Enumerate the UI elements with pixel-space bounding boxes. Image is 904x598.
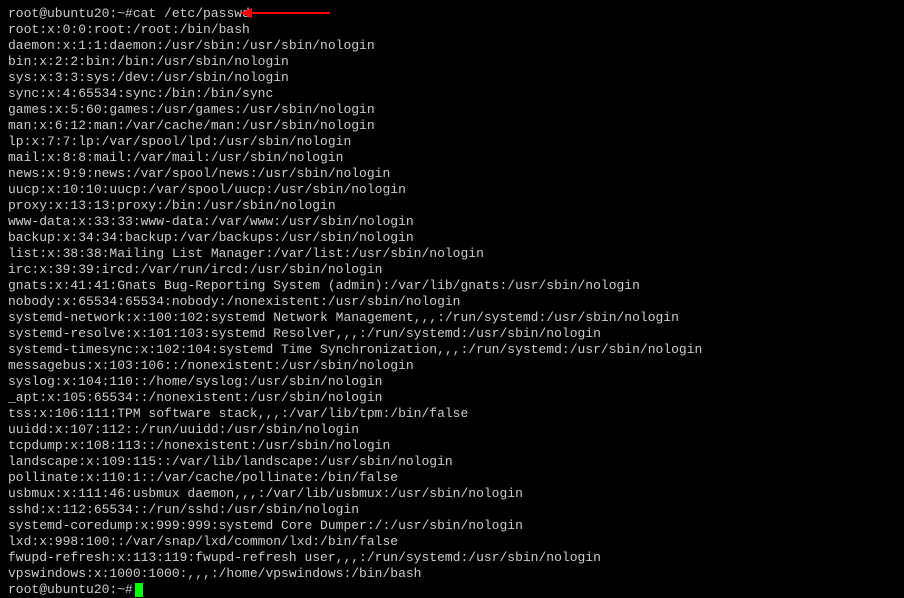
output-line: man:x:6:12:man:/var/cache/man:/usr/sbin/… bbox=[8, 118, 896, 134]
output-line: proxy:x:13:13:proxy:/bin:/usr/sbin/nolog… bbox=[8, 198, 896, 214]
output-line: landscape:x:109:115::/var/lib/landscape:… bbox=[8, 454, 896, 470]
output-line: games:x:5:60:games:/usr/games:/usr/sbin/… bbox=[8, 102, 896, 118]
cursor-icon bbox=[135, 583, 143, 597]
output-line: backup:x:34:34:backup:/var/backups:/usr/… bbox=[8, 230, 896, 246]
output-line: _apt:x:105:65534::/nonexistent:/usr/sbin… bbox=[8, 390, 896, 406]
output-line: vpswindows:x:1000:1000:,,,:/home/vpswind… bbox=[8, 566, 896, 582]
output-line: uucp:x:10:10:uucp:/var/spool/uucp:/usr/s… bbox=[8, 182, 896, 198]
output-line: news:x:9:9:news:/var/spool/news:/usr/sbi… bbox=[8, 166, 896, 182]
output-line: sys:x:3:3:sys:/dev:/usr/sbin/nologin bbox=[8, 70, 896, 86]
output-line: messagebus:x:103:106::/nonexistent:/usr/… bbox=[8, 358, 896, 374]
output-line: tss:x:106:111:TPM software stack,,,:/var… bbox=[8, 406, 896, 422]
output-line: root:x:0:0:root:/root:/bin/bash bbox=[8, 22, 896, 38]
output-line: www-data:x:33:33:www-data:/var/www:/usr/… bbox=[8, 214, 896, 230]
output-line: nobody:x:65534:65534:nobody:/nonexistent… bbox=[8, 294, 896, 310]
shell-prompt: root@ubuntu20:~# bbox=[8, 6, 133, 22]
output-line: gnats:x:41:41:Gnats Bug-Reporting System… bbox=[8, 278, 896, 294]
command-line[interactable]: root@ubuntu20:~# cat /etc/passwd bbox=[8, 6, 896, 22]
output-line: daemon:x:1:1:daemon:/usr/sbin:/usr/sbin/… bbox=[8, 38, 896, 54]
output-line: irc:x:39:39:ircd:/var/run/ircd:/usr/sbin… bbox=[8, 262, 896, 278]
output-line: systemd-resolve:x:101:103:systemd Resolv… bbox=[8, 326, 896, 342]
output-line: syslog:x:104:110::/home/syslog:/usr/sbin… bbox=[8, 374, 896, 390]
output-line: lp:x:7:7:lp:/var/spool/lpd:/usr/sbin/nol… bbox=[8, 134, 896, 150]
output-line: uuidd:x:107:112::/run/uuidd:/usr/sbin/no… bbox=[8, 422, 896, 438]
output-line: lxd:x:998:100::/var/snap/lxd/common/lxd:… bbox=[8, 534, 896, 550]
output-line: fwupd-refresh:x:113:119:fwupd-refresh us… bbox=[8, 550, 896, 566]
output-line: usbmux:x:111:46:usbmux daemon,,,:/var/li… bbox=[8, 486, 896, 502]
output-line: systemd-network:x:100:102:systemd Networ… bbox=[8, 310, 896, 326]
output-line: mail:x:8:8:mail:/var/mail:/usr/sbin/nolo… bbox=[8, 150, 896, 166]
output-container: root:x:0:0:root:/root:/bin/bashdaemon:x:… bbox=[8, 22, 896, 582]
output-line: pollinate:x:110:1::/var/cache/pollinate:… bbox=[8, 470, 896, 486]
output-line: systemd-timesync:x:102:104:systemd Time … bbox=[8, 342, 896, 358]
output-line: sync:x:4:65534:sync:/bin:/bin/sync bbox=[8, 86, 896, 102]
output-line: sshd:x:112:65534::/run/sshd:/usr/sbin/no… bbox=[8, 502, 896, 518]
output-line: systemd-coredump:x:999:999:systemd Core … bbox=[8, 518, 896, 534]
output-line: tcpdump:x:108:113::/nonexistent:/usr/sbi… bbox=[8, 438, 896, 454]
output-line: bin:x:2:2:bin:/bin:/usr/sbin/nologin bbox=[8, 54, 896, 70]
entered-command: cat /etc/passwd bbox=[133, 6, 250, 22]
output-line: list:x:38:38:Mailing List Manager:/var/l… bbox=[8, 246, 896, 262]
